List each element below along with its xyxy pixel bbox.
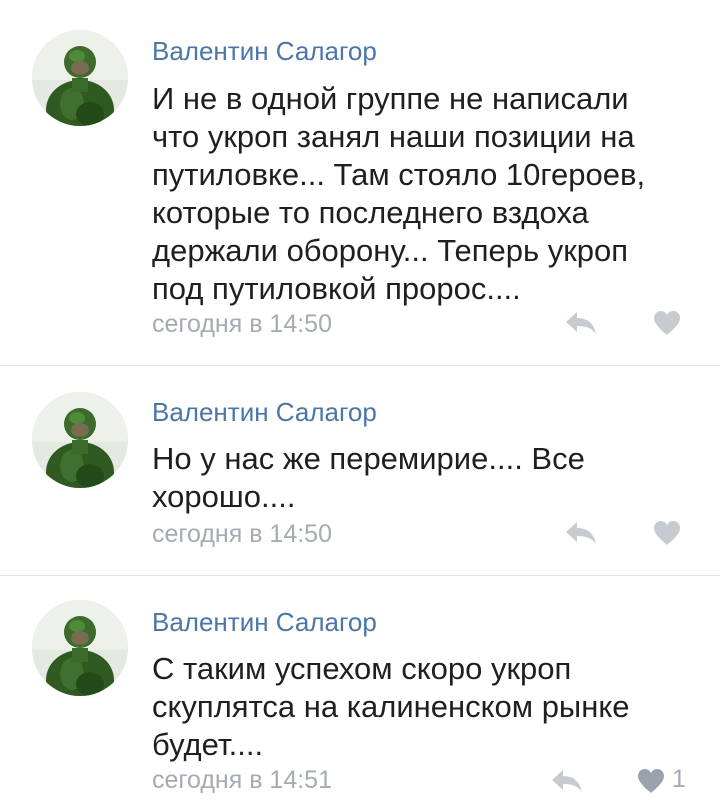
comment-text-line: под путиловкой пророс.... [152, 271, 521, 306]
reply-arrow-icon[interactable] [550, 768, 584, 794]
avatar[interactable] [32, 392, 128, 488]
avatar[interactable] [32, 600, 128, 696]
comment-timestamp: сегодня в 14:50 [152, 310, 332, 338]
comment-text: И не в одной группе не написали что укро… [152, 80, 682, 308]
comment-text-line: что укроп занял наши позиции на [152, 119, 635, 154]
reply-arrow-icon[interactable] [564, 520, 598, 546]
comment-text: Но у нас же перемирие.... Все хорошо.... [152, 440, 682, 516]
comment-text-line: И не в одной группе не написали [152, 81, 629, 116]
heart-icon[interactable] [652, 310, 682, 336]
comment-text-line: которые то последнего вздоха [152, 195, 589, 230]
comment-text-line: хорошо.... [152, 479, 296, 514]
comment-text: С таким успехом скоро укроп скуплятса на… [152, 650, 682, 764]
divider [0, 575, 720, 576]
comment-text-line: держали оборону... Теперь укроп [152, 233, 629, 268]
comment-author[interactable]: Валентин Салагор [152, 397, 377, 428]
comment-text-line: скуплятса на калиненском рынке [152, 689, 630, 724]
comment-text-line: путиловке... Там стояло 10героев, [152, 157, 646, 192]
reply-arrow-icon[interactable] [564, 310, 598, 336]
divider [0, 365, 720, 366]
heart-icon[interactable] [652, 520, 682, 546]
heart-icon[interactable] [636, 768, 666, 794]
comment-timestamp: сегодня в 14:50 [152, 520, 332, 548]
comment-timestamp: сегодня в 14:51 [152, 766, 332, 794]
like-count: 1 [672, 765, 686, 793]
avatar[interactable] [32, 30, 128, 126]
comment-text-line: будет.... [152, 727, 264, 762]
comment-text-line: С таким успехом скоро укроп [152, 651, 572, 686]
comment-text-line: Но у нас же перемирие.... Все [152, 441, 585, 476]
comment-author[interactable]: Валентин Салагор [152, 607, 377, 638]
comment-author[interactable]: Валентин Салагор [152, 36, 377, 67]
